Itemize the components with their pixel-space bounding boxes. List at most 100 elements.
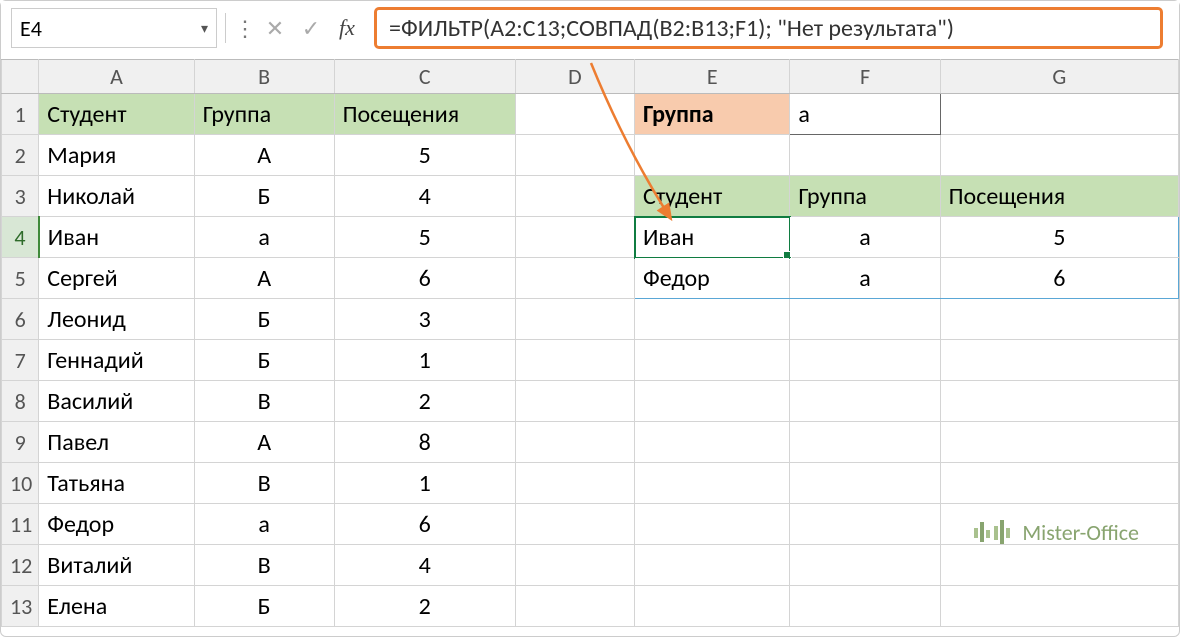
row-header-1[interactable]: 1 bbox=[2, 94, 39, 135]
col-header-C[interactable]: C bbox=[334, 60, 515, 94]
cell-C1[interactable]: Посещения bbox=[334, 94, 515, 135]
cell-B7[interactable]: Б bbox=[194, 340, 334, 381]
cell-G2[interactable] bbox=[940, 135, 1178, 176]
cell-C5[interactable]: 6 bbox=[334, 258, 515, 299]
cell-B8[interactable]: В bbox=[194, 381, 334, 422]
cell-E9[interactable] bbox=[635, 422, 790, 463]
cell-C4[interactable]: 5 bbox=[334, 217, 515, 258]
row-header-12[interactable]: 12 bbox=[2, 545, 39, 586]
cell-G9[interactable] bbox=[940, 422, 1178, 463]
cell-E7[interactable] bbox=[635, 340, 790, 381]
cell-G10[interactable] bbox=[940, 463, 1178, 504]
cell-D8[interactable] bbox=[515, 381, 634, 422]
cell-C10[interactable]: 1 bbox=[334, 463, 515, 504]
cell-F3[interactable]: Группа bbox=[790, 176, 940, 217]
cell-B1[interactable]: Группа bbox=[194, 94, 334, 135]
enter-icon[interactable]: ✓ bbox=[298, 15, 324, 42]
cell-G5[interactable]: 6 bbox=[940, 258, 1178, 299]
row-header-9[interactable]: 9 bbox=[2, 422, 39, 463]
cell-B10[interactable]: В bbox=[194, 463, 334, 504]
cell-B9[interactable]: А bbox=[194, 422, 334, 463]
cell-G8[interactable] bbox=[940, 381, 1178, 422]
cell-A3[interactable]: Николай bbox=[39, 176, 194, 217]
cell-F13[interactable] bbox=[790, 586, 940, 627]
col-header-F[interactable]: F bbox=[790, 60, 940, 94]
cell-G3[interactable]: Посещения bbox=[940, 176, 1178, 217]
cell-B4[interactable]: а bbox=[194, 217, 334, 258]
row-header-3[interactable]: 3 bbox=[2, 176, 39, 217]
cell-C8[interactable]: 2 bbox=[334, 381, 515, 422]
cell-F1[interactable]: а bbox=[790, 94, 940, 135]
cell-A8[interactable]: Василий bbox=[39, 381, 194, 422]
cell-E1[interactable]: Группа bbox=[635, 94, 790, 135]
cell-G7[interactable] bbox=[940, 340, 1178, 381]
cancel-icon[interactable]: ✕ bbox=[262, 15, 288, 42]
cell-A12[interactable]: Виталий bbox=[39, 545, 194, 586]
cell-B13[interactable]: Б bbox=[194, 586, 334, 627]
cell-G12[interactable] bbox=[940, 545, 1178, 586]
cell-A10[interactable]: Татьяна bbox=[39, 463, 194, 504]
cell-F5[interactable]: а bbox=[790, 258, 940, 299]
cell-D13[interactable] bbox=[515, 586, 634, 627]
cell-D1[interactable] bbox=[515, 94, 634, 135]
cell-D11[interactable] bbox=[515, 504, 634, 545]
cell-D4[interactable] bbox=[515, 217, 634, 258]
cell-B12[interactable]: В bbox=[194, 545, 334, 586]
row-header-7[interactable]: 7 bbox=[2, 340, 39, 381]
cell-D6[interactable] bbox=[515, 299, 634, 340]
row-header-11[interactable]: 11 bbox=[2, 504, 39, 545]
cell-C11[interactable]: 6 bbox=[334, 504, 515, 545]
cell-C13[interactable]: 2 bbox=[334, 586, 515, 627]
cell-F12[interactable] bbox=[790, 545, 940, 586]
cell-F2[interactable] bbox=[790, 135, 940, 176]
cell-E10[interactable] bbox=[635, 463, 790, 504]
cell-A6[interactable]: Леонид bbox=[39, 299, 194, 340]
cell-E6[interactable] bbox=[635, 299, 790, 340]
row-header-4[interactable]: 4 bbox=[2, 217, 39, 258]
col-header-G[interactable]: G bbox=[940, 60, 1178, 94]
row-header-8[interactable]: 8 bbox=[2, 381, 39, 422]
cell-E3[interactable]: Студент bbox=[635, 176, 790, 217]
cell-C12[interactable]: 4 bbox=[334, 545, 515, 586]
cell-B11[interactable]: а bbox=[194, 504, 334, 545]
cell-C2[interactable]: 5 bbox=[334, 135, 515, 176]
cell-F4[interactable]: а bbox=[790, 217, 940, 258]
name-box[interactable]: E4 ▾ bbox=[11, 8, 217, 48]
fx-icon[interactable]: fx bbox=[334, 15, 360, 41]
row-header-2[interactable]: 2 bbox=[2, 135, 39, 176]
cell-E8[interactable] bbox=[635, 381, 790, 422]
cell-F8[interactable] bbox=[790, 381, 940, 422]
cell-G4[interactable]: 5 bbox=[940, 217, 1178, 258]
cell-D10[interactable] bbox=[515, 463, 634, 504]
cell-D9[interactable] bbox=[515, 422, 634, 463]
cell-D5[interactable] bbox=[515, 258, 634, 299]
cell-A1[interactable]: Студент bbox=[39, 94, 194, 135]
col-header-A[interactable]: A bbox=[39, 60, 194, 94]
cell-G6[interactable] bbox=[940, 299, 1178, 340]
formula-input[interactable]: =ФИЛЬТР(A2:C13;СОВПАД(B2:B13;F1); "Нет р… bbox=[374, 7, 1163, 49]
cell-E5[interactable]: Федор bbox=[635, 258, 790, 299]
cell-A7[interactable]: Геннадий bbox=[39, 340, 194, 381]
cell-G1[interactable] bbox=[940, 94, 1178, 135]
cell-G13[interactable] bbox=[940, 586, 1178, 627]
cell-E11[interactable] bbox=[635, 504, 790, 545]
cell-A4[interactable]: Иван bbox=[39, 217, 194, 258]
cell-A2[interactable]: Мария bbox=[39, 135, 194, 176]
cell-A5[interactable]: Сергей bbox=[39, 258, 194, 299]
row-header-10[interactable]: 10 bbox=[2, 463, 39, 504]
row-header-6[interactable]: 6 bbox=[2, 299, 39, 340]
cell-A11[interactable]: Федор bbox=[39, 504, 194, 545]
cell-B3[interactable]: Б bbox=[194, 176, 334, 217]
cell-A13[interactable]: Елена bbox=[39, 586, 194, 627]
cell-F6[interactable] bbox=[790, 299, 940, 340]
cell-F7[interactable] bbox=[790, 340, 940, 381]
cell-E12[interactable] bbox=[635, 545, 790, 586]
cell-E4[interactable]: Иван bbox=[635, 217, 790, 258]
cell-E13[interactable] bbox=[635, 586, 790, 627]
cell-F11[interactable] bbox=[790, 504, 940, 545]
cell-B2[interactable]: А bbox=[194, 135, 334, 176]
cell-D3[interactable] bbox=[515, 176, 634, 217]
cell-F10[interactable] bbox=[790, 463, 940, 504]
chevron-down-icon[interactable]: ▾ bbox=[201, 20, 208, 37]
cell-D7[interactable] bbox=[515, 340, 634, 381]
